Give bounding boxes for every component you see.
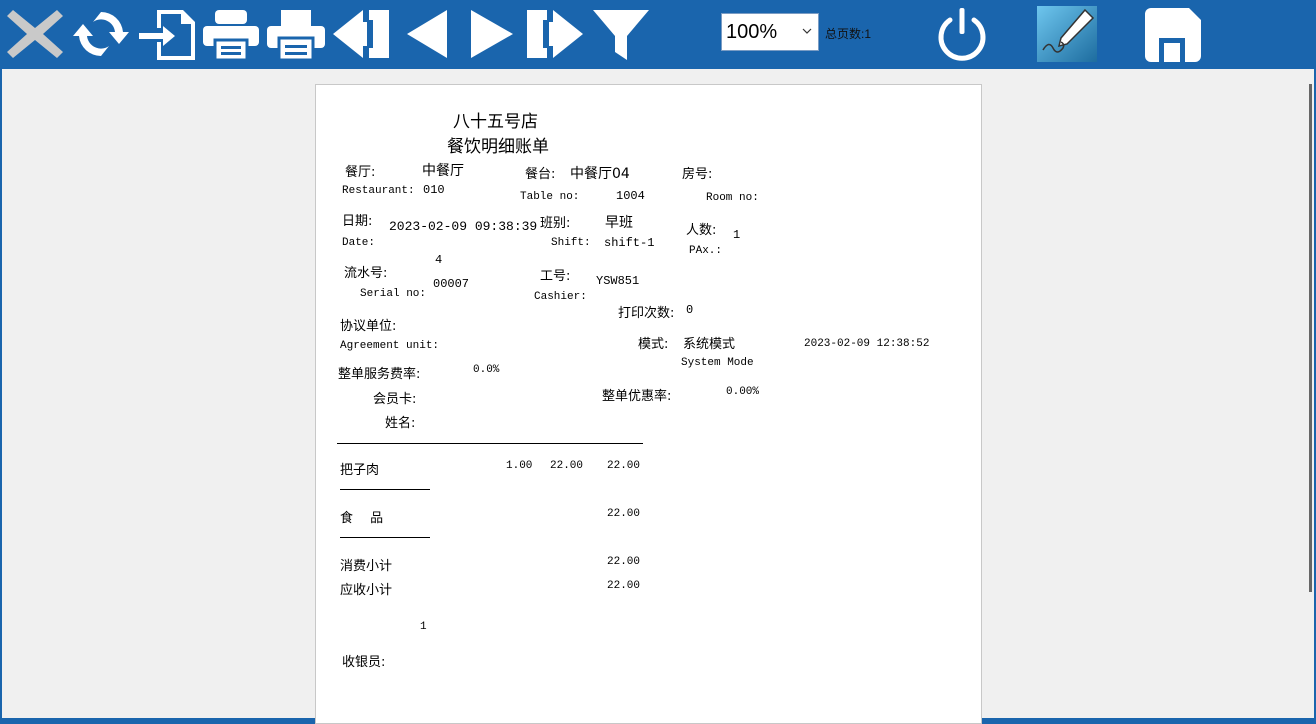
name-label: 姓名: — [385, 416, 416, 431]
mode-en-label: System Mode — [681, 357, 754, 369]
filter-icon[interactable] — [590, 4, 652, 64]
restaurant-en-label: Restaurant: — [342, 185, 415, 197]
receipt-page: 八十五号店 餐饮明细账单 餐厅: 中餐厅 Restaurant: 010 餐台:… — [315, 84, 982, 724]
mode-time: 2023-02-09 12:38:52 — [804, 338, 930, 350]
restaurant-label: 餐厅: — [345, 165, 376, 180]
item-price: 22.00 — [550, 460, 584, 472]
item-qty: 1.00 — [506, 460, 533, 472]
table-label: 餐台: — [525, 167, 556, 182]
service-rate-label: 整单服务费率: — [338, 367, 421, 382]
cashier-value: YSW851 — [596, 274, 640, 288]
consume-subtotal-value: 22.00 — [607, 556, 641, 568]
restaurant-code: 010 — [423, 183, 445, 197]
zoom-value: 100% — [726, 20, 778, 43]
print-setup-icon[interactable] — [200, 4, 262, 64]
footer-number: 1 — [420, 621, 427, 633]
print-count-value: 0 — [686, 303, 694, 317]
discount-rate-value: 0.00% — [726, 386, 760, 398]
agreement-label: 协议单位: — [340, 319, 397, 334]
vertical-scrollbar[interactable] — [1309, 84, 1312, 592]
serial-value: 00007 — [433, 277, 470, 291]
toolbar: 100% 总页数:1 — [0, 0, 1316, 68]
room-en-label: Room no: — [706, 192, 759, 204]
shift-label: 班别: — [540, 216, 571, 231]
agreement-en-label: Agreement unit: — [340, 340, 440, 352]
discount-rate-label: 整单优惠率: — [602, 389, 672, 404]
restaurant-value: 中餐厅 — [422, 163, 464, 179]
last-page-icon[interactable] — [524, 4, 586, 64]
member-card-label: 会员卡: — [373, 392, 417, 407]
table-no: 1004 — [616, 189, 645, 203]
store-name: 八十五号店 — [453, 112, 538, 132]
consume-subtotal-label: 消费小计 — [340, 559, 393, 574]
mode-label: 模式: — [638, 337, 669, 352]
serial-label: 流水号: — [344, 266, 388, 281]
divider-line — [337, 443, 643, 444]
print-count-label: 打印次数: — [618, 306, 675, 321]
shift-value: 早班 — [605, 215, 633, 231]
prev-page-icon[interactable] — [398, 4, 452, 64]
category-label: 食 品 — [340, 511, 384, 526]
receivable-subtotal-label: 应收小计 — [340, 583, 393, 598]
shift-code: shift-1 — [604, 236, 655, 250]
power-icon[interactable] — [932, 4, 992, 64]
date-en-label: Date: — [342, 237, 376, 249]
receivable-subtotal-value: 22.00 — [607, 580, 641, 592]
pax-en-label: PAx.: — [689, 245, 723, 257]
category-amount: 22.00 — [607, 508, 641, 520]
divider-line — [340, 537, 430, 538]
service-rate-value: 0.0% — [473, 364, 500, 376]
export-icon[interactable] — [136, 4, 198, 64]
shift-en-label: Shift: — [551, 237, 591, 249]
item-amount: 22.00 — [607, 460, 641, 472]
serial-en-label: Serial no: — [360, 288, 427, 300]
item-name: 把子肉 — [340, 463, 380, 478]
signature-pen-icon[interactable] — [1036, 4, 1098, 64]
room-label: 房号: — [682, 167, 713, 182]
date-value: 2023-02-09 09:38:39 — [389, 219, 538, 234]
save-icon[interactable] — [1142, 4, 1204, 64]
mode-value: 系统模式 — [683, 337, 736, 352]
zoom-select[interactable]: 100% — [721, 13, 819, 51]
table-value: 中餐厅04 — [570, 166, 630, 182]
cashier-sign-label: 收银员: — [342, 655, 386, 670]
divider-line — [340, 489, 430, 490]
refresh-icon[interactable] — [70, 4, 132, 64]
first-page-icon[interactable] — [330, 4, 392, 64]
date-label: 日期: — [342, 214, 373, 229]
next-page-icon[interactable] — [466, 4, 520, 64]
page-count: 总页数:1 — [825, 27, 872, 41]
pax-label: 人数: — [686, 223, 717, 238]
table-en-label: Table no: — [520, 191, 580, 203]
cashier-label: 工号: — [540, 269, 571, 284]
close-icon[interactable] — [4, 4, 66, 64]
receipt-title: 餐饮明细账单 — [447, 137, 549, 157]
cashier-en-label: Cashier: — [534, 291, 587, 303]
chevron-down-icon — [802, 28, 812, 34]
serial-top: 4 — [435, 253, 443, 267]
printer-icon[interactable] — [264, 4, 328, 64]
pax-value: 1 — [733, 228, 741, 242]
